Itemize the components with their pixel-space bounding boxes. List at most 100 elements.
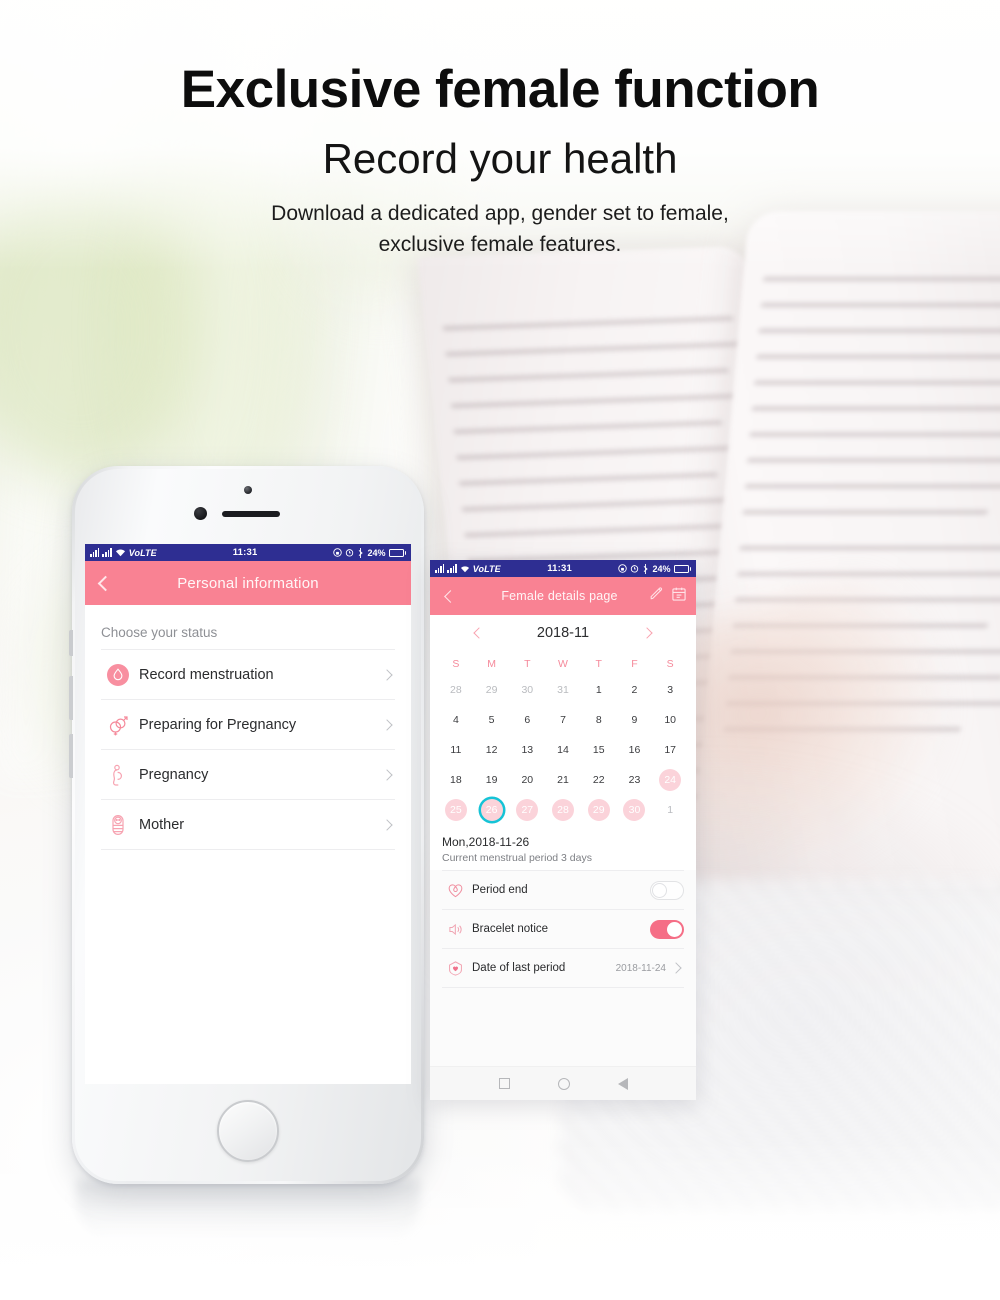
android-nav-bar (430, 1066, 696, 1100)
battery-icon (388, 548, 406, 557)
list-item-label: Pregnancy (139, 766, 209, 783)
toggle-knob (667, 921, 682, 937)
home-button[interactable] (217, 1100, 279, 1162)
calendar-day-period[interactable]: 27 (509, 795, 545, 825)
calendar-day-period[interactable]: 30 (617, 795, 653, 825)
status-bar: VoLTE 11:31 24% (85, 544, 411, 561)
calendar-day[interactable]: 13 (509, 735, 545, 765)
calendar-day-period[interactable]: 28 (545, 795, 581, 825)
page-title: Exclusive female function (180, 60, 820, 119)
shield-heart-icon (442, 960, 468, 977)
next-month-button[interactable] (641, 627, 653, 639)
swaddled-baby-icon (101, 813, 135, 837)
calendar-day[interactable]: 7 (545, 705, 581, 735)
wifi-icon (460, 565, 469, 572)
toggle-knob (652, 882, 667, 898)
back-button[interactable] (85, 575, 125, 591)
right-app-bar-title: Female details page (501, 589, 618, 603)
signal-icon (102, 548, 112, 557)
list-item-pregnancy[interactable]: Pregnancy (101, 749, 395, 799)
pen-edit-icon[interactable] (649, 586, 664, 606)
calendar-day[interactable]: 1 (581, 675, 617, 705)
calendar-week-row: 18 19 20 21 22 23 24 (438, 765, 688, 795)
list-bottom-divider (101, 849, 395, 850)
list-item-record-menstruation[interactable]: Record menstruation (101, 649, 395, 699)
calendar-day[interactable]: 11 (438, 735, 474, 765)
wifi-icon (115, 549, 125, 557)
calendar-day[interactable]: 12 (474, 735, 510, 765)
detail-row-period-end[interactable]: Period end (442, 870, 684, 909)
calendar-day[interactable]: 3 (652, 675, 688, 705)
calendar-day[interactable]: 10 (652, 705, 688, 735)
calendar-day[interactable]: 17 (652, 735, 688, 765)
day-header: T (595, 658, 602, 670)
signal-icon (435, 564, 445, 573)
clock-label: 11:31 (547, 563, 572, 574)
calendar-day[interactable]: 5 (474, 705, 510, 735)
selected-date-label: Mon,2018-11-26 (442, 835, 530, 849)
chevron-right-icon (670, 962, 682, 974)
volume-up-button[interactable] (69, 676, 73, 720)
prev-month-button[interactable] (473, 627, 485, 639)
calendar-day[interactable]: 31 (545, 675, 581, 705)
battery-icon (673, 564, 691, 573)
chevron-right-icon (381, 718, 393, 731)
calendar-grid: S M T W T F S 28 29 30 31 1 2 3 4 5 6 7 … (430, 651, 696, 829)
calendar-day-period[interactable]: 24 (652, 765, 688, 795)
calendar-day[interactable]: 29 (474, 675, 510, 705)
right-app-bar: Female details page (430, 577, 696, 615)
calendar-day[interactable]: 30 (509, 675, 545, 705)
calendar-day[interactable]: 28 (438, 675, 474, 705)
alarm-icon (346, 549, 354, 557)
calendar-day[interactable]: 20 (509, 765, 545, 795)
calendar-day[interactable]: 6 (509, 705, 545, 735)
volume-down-button[interactable] (69, 734, 73, 778)
day-header: W (558, 658, 568, 670)
list-item-mother[interactable]: Mother (101, 799, 395, 849)
battery-percent-label: 24% (652, 563, 671, 574)
calendar-day[interactable]: 9 (617, 705, 653, 735)
calendar-day-headers: S M T W T F S (438, 653, 688, 675)
calendar-day[interactable]: 23 (617, 765, 653, 795)
calendar-month-label: 2018-11 (536, 625, 590, 641)
rotation-lock-icon (618, 564, 628, 573)
pregnant-woman-icon (101, 763, 135, 787)
period-end-toggle[interactable] (650, 880, 684, 900)
detail-row-label: Date of last period (472, 962, 566, 974)
detail-row-bracelet-notice[interactable]: Bracelet notice (442, 909, 684, 948)
detail-row-label: Bracelet notice (472, 923, 549, 935)
list-item-preparing-for-pregnancy[interactable]: Preparing for Pregnancy (101, 699, 395, 749)
back-button[interactable] (430, 589, 470, 603)
calendar-week-row: 11 12 13 14 15 16 17 (438, 735, 688, 765)
calendar-day[interactable]: 1 (652, 795, 688, 825)
recent-apps-square-icon[interactable] (498, 1078, 510, 1089)
page-description-line-1: Download a dedicated app, gender set to … (271, 202, 729, 226)
detail-row-date-of-last-period[interactable]: Date of last period 2018-11-24 (442, 948, 684, 987)
mute-switch[interactable] (69, 630, 73, 656)
calendar-icon[interactable] (671, 586, 687, 607)
battery-percent-label: 24% (367, 547, 386, 558)
calendar-day[interactable]: 14 (545, 735, 581, 765)
calendar-day-selected[interactable]: 26 (474, 795, 510, 825)
list-item-label: Record menstruation (139, 666, 274, 683)
calendar-day[interactable]: 21 (545, 765, 581, 795)
calendar-day[interactable]: 19 (474, 765, 510, 795)
back-triangle-icon[interactable] (617, 1077, 628, 1090)
calendar-day[interactable]: 18 (438, 765, 474, 795)
day-header: F (631, 658, 638, 670)
detail-rows: Period end Bracelet notice Date of last … (430, 870, 696, 988)
bracelet-notice-toggle[interactable] (650, 919, 684, 939)
iphone-screen: VoLTE 11:31 24% Personal information Cho… (85, 544, 411, 1084)
calendar-day-period[interactable]: 25 (438, 795, 474, 825)
calendar-day[interactable]: 8 (581, 705, 617, 735)
status-bar: VoLTE 11:31 24% (430, 560, 696, 577)
home-circle-icon[interactable] (557, 1077, 570, 1090)
calendar-day[interactable]: 2 (617, 675, 653, 705)
calendar-day[interactable]: 4 (438, 705, 474, 735)
calendar-day[interactable]: 22 (581, 765, 617, 795)
calendar-day-period[interactable]: 29 (581, 795, 617, 825)
signal-icon (90, 548, 100, 557)
calendar-day[interactable]: 16 (617, 735, 653, 765)
carrier-label: VoLTE (472, 563, 501, 574)
calendar-day[interactable]: 15 (581, 735, 617, 765)
